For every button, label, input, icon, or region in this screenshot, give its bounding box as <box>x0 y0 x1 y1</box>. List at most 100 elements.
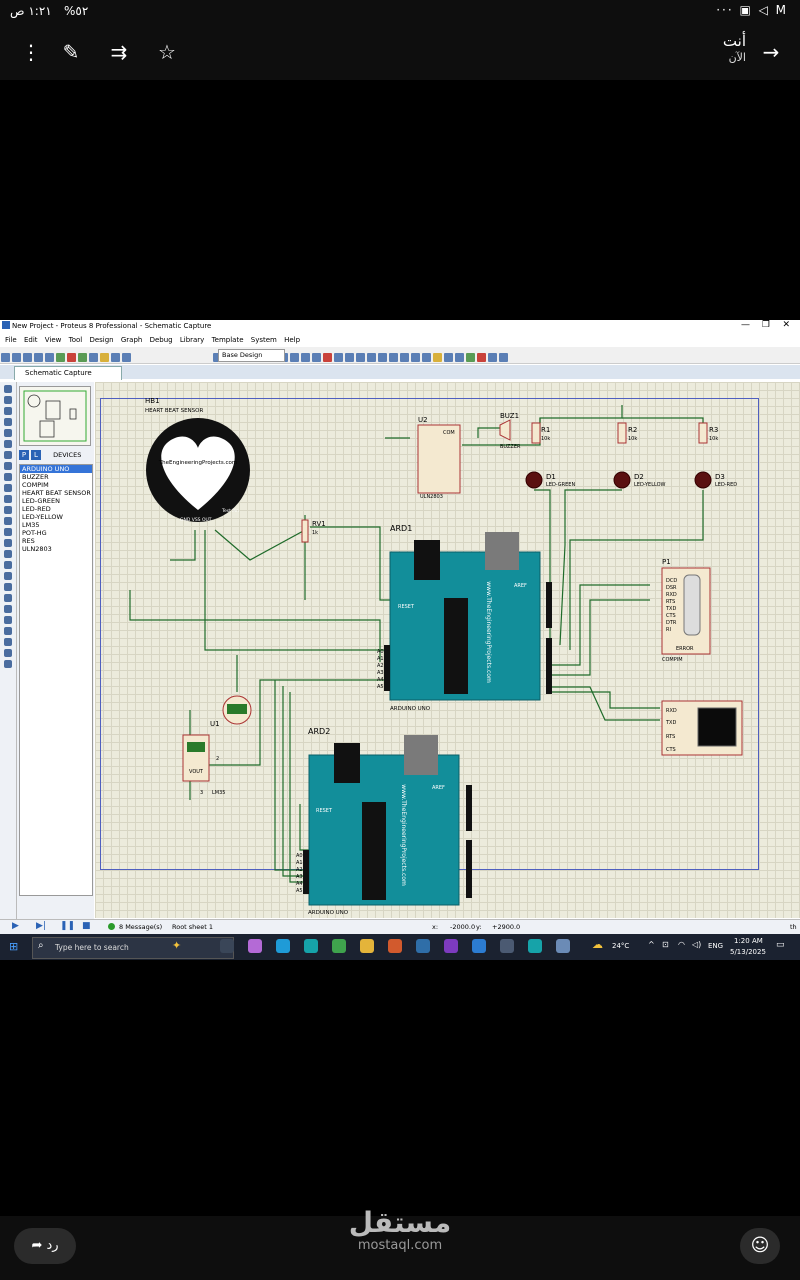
play-icon[interactable]: ▶ <box>12 921 19 931</box>
proteus-isis-icon[interactable] <box>416 939 430 953</box>
p1-pin-dtr: DTR <box>666 620 677 626</box>
ard2-ref: ARD2 <box>308 727 330 736</box>
proteus-active-icon[interactable] <box>500 939 514 953</box>
wifi-icon[interactable]: ◠ <box>678 940 685 949</box>
windows-start-icon[interactable]: ⊞ <box>9 940 18 953</box>
app-icon-orange[interactable] <box>388 939 402 953</box>
mostaql-watermark: مستقل mostaql.com <box>340 1206 460 1253</box>
battery-level: %٥٢ <box>64 4 89 18</box>
led-yellow[interactable] <box>613 471 631 489</box>
u1-part: LM35 <box>212 790 225 796</box>
ard1-pin-a2: A2 <box>377 663 384 669</box>
r3-value: 10k <box>709 436 718 442</box>
ard1-part: ARDUINO UNO <box>390 706 431 712</box>
file-explorer-icon[interactable] <box>360 939 374 953</box>
rv1-ref: RV1 <box>312 520 326 528</box>
r2-ref: R2 <box>628 426 637 434</box>
d2-part: LED-YELLOW <box>634 482 666 488</box>
ard2-pin-a0: A0 <box>296 853 303 859</box>
p1-pin-dsr: DSR <box>666 585 677 591</box>
chrome-icon[interactable] <box>332 939 346 953</box>
back-arrow-icon[interactable]: → <box>758 39 784 65</box>
ard2-pin-a5: A5 <box>296 888 303 894</box>
hb1-site: TheEngineeringProjects.com <box>158 460 237 466</box>
network-icon[interactable]: ⊡ <box>662 940 669 949</box>
taskbar-search[interactable]: Type here to search <box>32 937 234 959</box>
d2-ref: D2 <box>634 473 644 481</box>
rv1-value: 1k <box>312 530 318 536</box>
star-icon[interactable]: ☆ <box>154 39 180 65</box>
buzzer[interactable] <box>499 419 511 441</box>
x-coordinate: -2000.0 <box>450 923 476 931</box>
step-icon[interactable]: ▶| <box>36 921 46 931</box>
p1-pin-rxd: RXD <box>666 592 677 598</box>
ard2-reset: RESET <box>316 808 333 814</box>
potentiometer[interactable] <box>301 519 309 543</box>
reply-label: رد <box>46 1238 59 1253</box>
p1-pin-cts: CTS <box>666 613 676 619</box>
app-icon-purple[interactable] <box>444 939 458 953</box>
arduino-ard2[interactable]: www.TheEngineeringProjects.com RESET ARE… <box>303 735 472 906</box>
y-label: y: <box>476 923 482 931</box>
forward-icon[interactable]: ⇉ <box>106 39 132 65</box>
arduino-ard1[interactable]: www.TheEngineeringProjects.com RESET ARE… <box>384 532 552 701</box>
notification-icon[interactable]: ▭ <box>776 940 785 950</box>
hb1-ref: HB1 <box>145 397 160 405</box>
ard1-pin-a1: A1 <box>377 656 384 662</box>
d1-ref: D1 <box>546 473 556 481</box>
status-bar: ▶ ▶| ❚❚ ■ 8 Message(s) Root sheet 1 x: -… <box>0 919 800 934</box>
windows-taskbar: ⊞ Type here to search ⌕ ✦ ☁ 24°C ^ ⊡ ◠ ◁… <box>0 934 800 960</box>
language-indicator[interactable]: ENG <box>708 942 723 950</box>
ard1-pin-a3: A3 <box>377 670 384 676</box>
message-count[interactable]: 8 Message(s) <box>119 923 162 931</box>
u2-part: ULN2803 <box>420 494 443 500</box>
volume-icon[interactable]: ◁) <box>692 940 701 949</box>
app-icon-blue[interactable] <box>556 939 570 953</box>
phone-status-bar: ١:٢١ ص %٥٢ ··· ▣ ◁ M <box>0 0 800 24</box>
p1-pin-ri: RI <box>666 627 671 633</box>
u2-com: COM <box>443 430 455 436</box>
r1-value: 10k <box>541 436 550 442</box>
u1-vout: VOUT <box>189 769 204 775</box>
resistor-r2[interactable] <box>617 422 627 444</box>
x-label: x: <box>432 923 439 931</box>
sender-time: الآن <box>728 51 746 64</box>
ard2-pin-a1: A1 <box>296 860 303 866</box>
copilot-icon[interactable] <box>248 939 262 953</box>
message-status-icon <box>108 923 115 930</box>
copilot-sparkle-icon[interactable]: ✦ <box>172 939 181 952</box>
resistor-r3[interactable] <box>698 422 708 444</box>
more-options-icon[interactable]: ⋮ <box>18 39 44 65</box>
tray-chevron-icon[interactable]: ^ <box>648 940 655 949</box>
task-view-icon[interactable] <box>220 939 234 953</box>
led-red[interactable] <box>694 471 712 489</box>
arduino-icon[interactable] <box>304 939 318 953</box>
emoji-reaction-icon[interactable]: ☺ <box>740 1228 780 1264</box>
edit-icon[interactable]: ✎ <box>58 39 84 65</box>
brand-url: mostaql.com <box>357 1238 443 1253</box>
notification-icons: ··· ▣ ◁ M <box>716 3 788 17</box>
ard2-site: www.TheEngineeringProjects.com <box>400 784 407 886</box>
ard1-reset: RESET <box>398 604 415 610</box>
arduino-ide-icon[interactable] <box>528 939 542 953</box>
temperature: 24°C <box>612 942 630 950</box>
buz1-part: BUZZER <box>500 444 521 450</box>
stop-icon[interactable]: ■ <box>82 921 91 931</box>
ard1-pin-a5: A5 <box>377 684 384 690</box>
vscode-icon[interactable] <box>472 939 486 953</box>
ard2-part: ARDUINO UNO <box>308 910 349 916</box>
unit-label: th <box>790 923 797 931</box>
attached-screenshot[interactable]: New Project - Proteus 8 Professional - S… <box>0 320 800 960</box>
u1-pin3: 3 <box>200 790 203 796</box>
edge-icon[interactable] <box>276 939 290 953</box>
weather-icon[interactable]: ☁ <box>592 938 603 951</box>
pause-icon[interactable]: ❚❚ <box>60 921 75 931</box>
reply-button[interactable]: ➦ رد <box>14 1228 76 1264</box>
resistor-r1[interactable] <box>531 422 541 444</box>
heart-beat-sensor[interactable]: TheEngineeringProjects.com Test Pin GND … <box>146 418 250 523</box>
hb1-pins: GND VSS OUT <box>180 517 212 523</box>
p1-pin-dcd: DCD <box>666 578 677 584</box>
ard2-pin-a2: A2 <box>296 867 303 873</box>
led-green[interactable] <box>525 471 543 489</box>
ard1-aref: AREF <box>514 583 527 589</box>
